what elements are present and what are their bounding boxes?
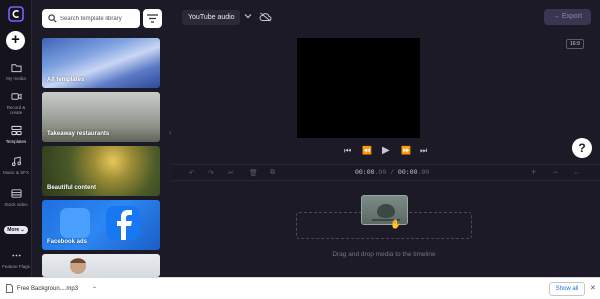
duplicate-icon[interactable]: ⧉ [270, 169, 275, 177]
template-card-partial[interactable] [42, 254, 160, 277]
sidebar-item-label: My media [6, 76, 26, 81]
template-card-title: All templates [47, 77, 85, 83]
top-bar: YouTube audio → Export [173, 0, 600, 34]
person-thumbnail-icon [70, 258, 86, 274]
current-time: 00:00 [355, 169, 375, 176]
dots-icon [11, 254, 21, 257]
add-media-button[interactable]: + [6, 31, 25, 50]
file-icon [6, 283, 13, 293]
sidebar-item-label: Templates [5, 139, 27, 144]
template-card-beautiful-content[interactable]: Beautiful content [42, 146, 160, 196]
filter-icon [147, 14, 158, 23]
download-options-chevron-icon[interactable]: ⌃ [92, 286, 97, 293]
close-icon[interactable]: ✕ [590, 284, 596, 292]
play-button[interactable]: ▶ [382, 145, 390, 157]
help-button[interactable]: ? [572, 138, 592, 158]
show-all-button[interactable]: Show all [549, 282, 585, 296]
download-item[interactable]: Free Backgroun....mp3 [6, 283, 78, 295]
template-card-all-templates[interactable]: All templates [42, 38, 160, 88]
sidebar-item-stock-video[interactable]: Stock video [0, 188, 32, 207]
timeline-toolbar: ↶ ↷ ✂ 🗑 ⧉ 00:00.00 / 00:00.00 + − ↔ [173, 164, 600, 181]
total-time: 00:00 [397, 169, 418, 176]
trash-icon[interactable]: 🗑 [249, 169, 258, 177]
sidebar-item-label: Record & create [6, 105, 26, 115]
rewind-icon[interactable]: ⏪ [362, 145, 372, 157]
sidebar-item-record-create[interactable]: Record & create [0, 91, 32, 115]
template-card-facebook-ads[interactable]: Facebook ads [42, 200, 160, 250]
skip-back-icon[interactable]: ⏮ [344, 145, 351, 157]
sidebar-item-label: Music & SFX [2, 170, 29, 175]
drop-hint-text: Drag and drop media to the timeline [332, 251, 436, 258]
export-button[interactable]: → Export [544, 9, 591, 25]
collapse-panel-handle[interactable]: ‹ [169, 130, 177, 144]
scissors-icon[interactable]: ✂ [228, 169, 234, 177]
total-time-frac: .00 [417, 169, 430, 176]
video-preview [297, 38, 420, 138]
sidebar-item-templates[interactable]: Templates [0, 125, 32, 144]
fit-timeline-icon[interactable]: ↔ [573, 169, 580, 176]
search-box [42, 9, 140, 28]
template-card-title: Takeaway restaurants [47, 131, 110, 137]
templates-icon [10, 125, 22, 136]
redo-icon[interactable]: ↷ [208, 169, 214, 177]
export-label: Export [561, 13, 583, 20]
skip-forward-icon[interactable]: ⏭ [420, 145, 427, 157]
fast-forward-icon[interactable]: ⏩ [401, 145, 411, 157]
template-card-takeaway-restaurants[interactable]: Takeaway restaurants [42, 92, 160, 142]
export-icon: → [552, 13, 562, 20]
search-input[interactable] [60, 12, 138, 25]
tree-thumbnail-icon [372, 204, 400, 221]
app-window: + My media Record & create Templates Mus… [0, 0, 600, 277]
more-button[interactable]: More ⌄ [4, 226, 28, 234]
music-icon [11, 156, 21, 167]
download-bar: Free Backgroun....mp3 ⌃ Show all ✕ [0, 277, 600, 299]
more-label: More [7, 227, 20, 233]
template-card-title: Facebook ads [47, 239, 88, 245]
film-icon [10, 189, 22, 198]
filter-button[interactable] [143, 9, 162, 28]
template-library-panel: All templates Takeaway restaurants Beaut… [33, 0, 167, 277]
grab-cursor-icon: ✋ [390, 219, 402, 229]
undo-icon[interactable]: ↶ [189, 169, 195, 177]
cloud-off-icon [259, 12, 272, 22]
sidebar-item-label: Feature Flags [2, 264, 30, 269]
timecode: 00:00.00 / 00:00.00 [355, 169, 429, 176]
download-file-name: Free Backgroun....mp3 [17, 286, 79, 292]
sidebar-item-music-sfx[interactable]: Music & SFX [0, 156, 32, 175]
camera-icon [10, 93, 22, 100]
time-separator: / [386, 169, 398, 176]
sidebar-item-feature-flags[interactable]: Feature Flags [0, 250, 32, 269]
zoom-out-icon[interactable]: − [553, 167, 558, 177]
search-icon [48, 14, 57, 23]
sidebar-item-my-media[interactable]: My media [0, 62, 32, 81]
template-card-title: Beautiful content [47, 185, 96, 191]
chevron-down-icon[interactable] [244, 13, 252, 19]
clipchamp-logo-icon [8, 6, 24, 22]
sidebar-item-label: Stock video [4, 202, 28, 207]
zoom-in-icon[interactable]: + [531, 167, 536, 177]
current-time-frac: .00 [374, 169, 387, 176]
aspect-ratio-button[interactable]: 16:9 [566, 39, 584, 49]
project-name-field[interactable]: YouTube audio [182, 10, 240, 25]
left-rail: + My media Record & create Templates Mus… [0, 0, 32, 277]
folder-icon [10, 64, 22, 73]
